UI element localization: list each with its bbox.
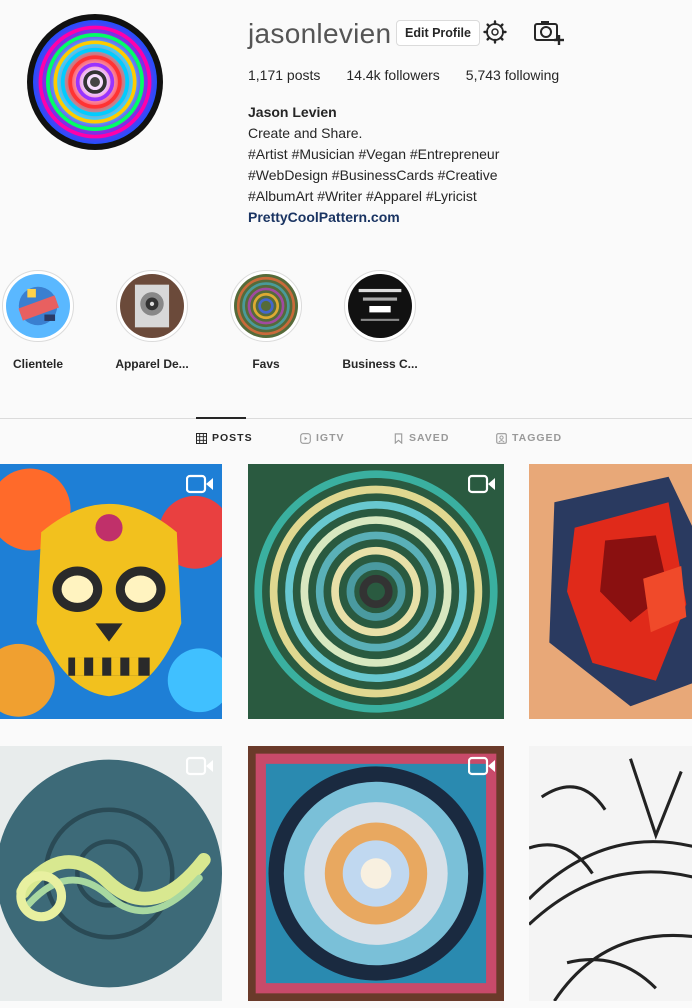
post-tile-grow[interactable]	[0, 746, 222, 1001]
clientele-cover-image	[6, 274, 70, 338]
profile-page: jasonlevien Edit Profile 1,171 posts 14.…	[0, 0, 692, 1008]
tab-label: POSTS	[212, 432, 253, 444]
video-camera-icon	[186, 474, 213, 494]
bio-line: #Artist #Musician #Vegan #Entrepreneur	[248, 146, 500, 162]
post-image	[529, 464, 692, 719]
post-tile-red-abstract[interactable]	[529, 464, 692, 719]
tab-igtv[interactable]: IGTV	[300, 432, 345, 444]
avatar-mandala-image	[33, 20, 157, 144]
tab-posts[interactable]: POSTS	[196, 432, 253, 444]
igtv-icon	[300, 432, 311, 444]
highlight-business[interactable]: Business C...	[330, 270, 430, 371]
video-camera-icon	[468, 474, 495, 494]
post-image	[248, 746, 504, 1001]
post-tile-sketch[interactable]	[529, 746, 692, 1001]
post-tile-circle-mandala[interactable]	[248, 746, 504, 1001]
profile-avatar[interactable]	[27, 14, 163, 150]
highlight-cover	[116, 270, 188, 342]
video-camera-icon	[186, 756, 213, 776]
highlight-label: Business C...	[342, 357, 418, 371]
post-tile-spiral[interactable]	[248, 464, 504, 719]
favs-cover-image	[234, 274, 298, 338]
edit-profile-button[interactable]: Edit Profile	[396, 20, 480, 46]
highlight-cover	[2, 270, 74, 342]
tabs-divider	[0, 418, 692, 419]
posts-count: 1,171 posts	[248, 67, 321, 83]
website-link[interactable]: PrettyCoolPattern.com	[248, 207, 499, 228]
add-photo-camera-icon[interactable]	[533, 18, 565, 46]
following-count[interactable]: 5,743 following	[466, 67, 559, 83]
profile-bio: Jason Levien Create and Share. #Artist #…	[248, 102, 499, 228]
highlight-label: Apparel De...	[115, 357, 189, 371]
post-image	[0, 746, 222, 1001]
followers-count[interactable]: 14.4k followers	[346, 67, 439, 83]
bio-line: #WebDesign #BusinessCards #Creative	[248, 167, 498, 183]
highlight-label: Clientele	[12, 357, 63, 371]
highlight-cover	[230, 270, 302, 342]
video-camera-icon	[468, 756, 495, 776]
profile-tabs: POSTS IGTV SAVED TAGGED	[0, 432, 692, 452]
story-highlights: Clientele Apparel De... Favs Business C.…	[0, 270, 692, 380]
bio-line: #AlbumArt #Writer #Apparel #Lyricist	[248, 188, 477, 204]
highlight-clientele[interactable]: Clientele	[0, 270, 88, 371]
post-image	[248, 464, 504, 719]
full-name: Jason Levien	[248, 104, 337, 120]
highlight-label: Favs	[252, 357, 280, 371]
highlight-cover	[344, 270, 416, 342]
settings-gear-icon[interactable]	[483, 20, 507, 44]
tag-icon	[496, 432, 507, 444]
tab-saved[interactable]: SAVED	[393, 432, 449, 444]
tab-label: TAGGED	[512, 432, 563, 444]
post-tile-sugar-skull[interactable]	[0, 464, 222, 719]
tab-tagged[interactable]: TAGGED	[496, 432, 562, 444]
highlight-favs[interactable]: Favs	[216, 270, 316, 371]
highlight-apparel[interactable]: Apparel De...	[102, 270, 202, 371]
bookmark-icon	[394, 432, 403, 444]
bio-line: Create and Share.	[248, 125, 363, 141]
grid-icon	[196, 432, 207, 444]
active-tab-indicator	[196, 417, 246, 419]
tab-label: SAVED	[409, 432, 450, 444]
apparel-cover-image	[120, 274, 184, 338]
profile-stats: 1,171 posts 14.4k followers 5,743 follow…	[248, 67, 585, 83]
tab-label: IGTV	[316, 432, 345, 444]
post-image	[0, 464, 222, 719]
username: jasonlevien	[248, 18, 392, 49]
business-cover-image	[348, 274, 412, 338]
post-image	[529, 746, 692, 1001]
